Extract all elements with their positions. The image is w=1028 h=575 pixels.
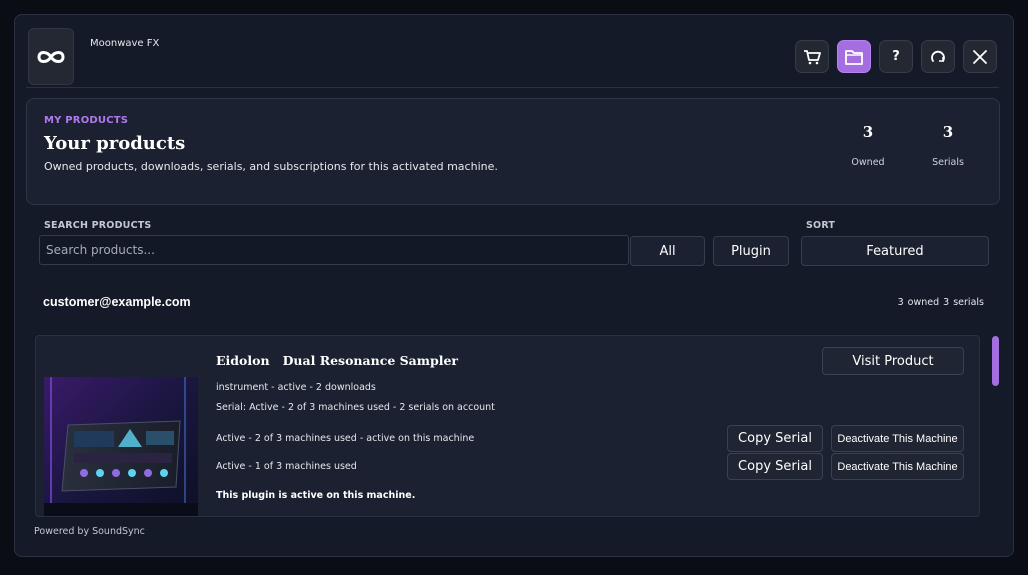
search-label: SEARCH PRODUCTS — [44, 220, 152, 231]
page-title: Your products — [44, 133, 186, 154]
serials-label: Serials — [932, 157, 964, 168]
deactivate-machine-button[interactable]: Deactivate This Machine — [831, 425, 964, 452]
page-description: Owned products, downloads, serials, and … — [44, 160, 498, 173]
activation-text: Active - 1 of 3 machines used — [216, 461, 357, 472]
folder-button[interactable] — [837, 40, 871, 73]
header-divider — [26, 87, 999, 88]
app-window: Moonwave FX ? MY PRODUCTS Your products … — [14, 14, 1014, 557]
footer-credit: Powered by SoundSync — [34, 526, 145, 537]
account-email: customer@example.com — [43, 295, 191, 309]
visit-product-button[interactable]: Visit Product — [822, 347, 964, 375]
account-summary: 3 owned 3 serials — [897, 297, 984, 308]
product-meta: instrument - active - 2 downloads — [216, 382, 376, 393]
sort-select[interactable]: Featured — [801, 236, 989, 266]
app-logo — [28, 28, 74, 85]
filter-all-button[interactable]: All — [630, 236, 705, 266]
serials-stat: 3 Serials — [913, 123, 983, 168]
folder-icon — [845, 49, 863, 65]
section-kicker: MY PRODUCTS — [44, 115, 129, 126]
scrollbar-thumb[interactable] — [992, 336, 999, 386]
cart-button[interactable] — [795, 40, 829, 73]
infinity-icon — [37, 50, 65, 63]
app-title: Moonwave FX — [90, 38, 160, 49]
copy-serial-button[interactable]: Copy Serial — [727, 453, 823, 480]
serials-count: 3 — [942, 123, 954, 141]
refresh-button[interactable] — [921, 40, 955, 73]
product-serial-line: Serial: Active - 2 of 3 machines used - … — [216, 402, 495, 413]
sort-label: SORT — [806, 220, 836, 231]
owned-count: 3 — [862, 123, 874, 141]
product-image — [44, 377, 198, 516]
help-button[interactable]: ? — [879, 40, 913, 73]
refresh-icon — [931, 50, 945, 62]
activation-text: Active - 2 of 3 machines used - active o… — [216, 433, 475, 444]
question-icon: ? — [892, 49, 900, 64]
cart-icon — [804, 49, 821, 64]
owned-stat: 3 Owned — [833, 123, 903, 168]
plugin-status-note: This plugin is active on this machine. — [216, 490, 416, 501]
deactivate-machine-button[interactable]: Deactivate This Machine — [831, 453, 964, 480]
product-card: Eidolon Dual Resonance Sampler instrumen… — [35, 335, 980, 517]
close-button[interactable] — [963, 40, 997, 73]
filter-plugin-button[interactable]: Plugin — [713, 236, 789, 266]
copy-serial-button[interactable]: Copy Serial — [727, 425, 823, 452]
products-summary-panel: MY PRODUCTS Your products Owned products… — [26, 98, 1000, 205]
close-icon — [973, 49, 987, 64]
product-name: Eidolon Dual Resonance Sampler — [216, 353, 458, 368]
search-input[interactable] — [39, 235, 629, 265]
owned-label: Owned — [851, 157, 885, 168]
